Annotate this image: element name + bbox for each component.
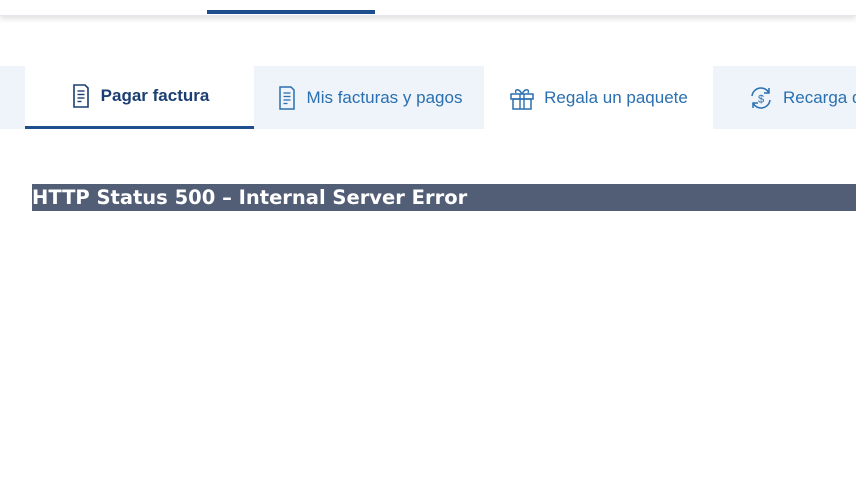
bill-icon xyxy=(276,85,298,110)
tab-mis-facturas[interactable]: Mis facturas y pagos xyxy=(254,66,484,129)
tab-partial-left[interactable] xyxy=(0,66,25,129)
tab-label: Pagar factura xyxy=(100,86,210,105)
tab-bar: Pagar factura Mis facturas y pagos Regal xyxy=(0,66,856,129)
tab-recarga[interactable]: $ Recarga de xyxy=(713,66,856,129)
tab-pagar-factura[interactable]: Pagar factura xyxy=(25,66,254,129)
tab-label: Mis facturas y pagos xyxy=(306,87,463,107)
tab-label: Recarga de xyxy=(783,87,856,107)
tab-regala-paquete[interactable]: Regala un paquete xyxy=(484,66,713,129)
tab-label: Regala un paquete xyxy=(544,87,688,107)
svg-text:$: $ xyxy=(758,93,764,105)
recharge-dollar-icon: $ xyxy=(748,86,774,110)
gift-icon xyxy=(509,86,535,110)
bill-icon xyxy=(70,84,92,108)
error-heading: HTTP Status 500 – Internal Server Error xyxy=(32,184,856,211)
top-navigation-bar xyxy=(0,0,856,16)
active-nav-indicator xyxy=(207,10,375,14)
